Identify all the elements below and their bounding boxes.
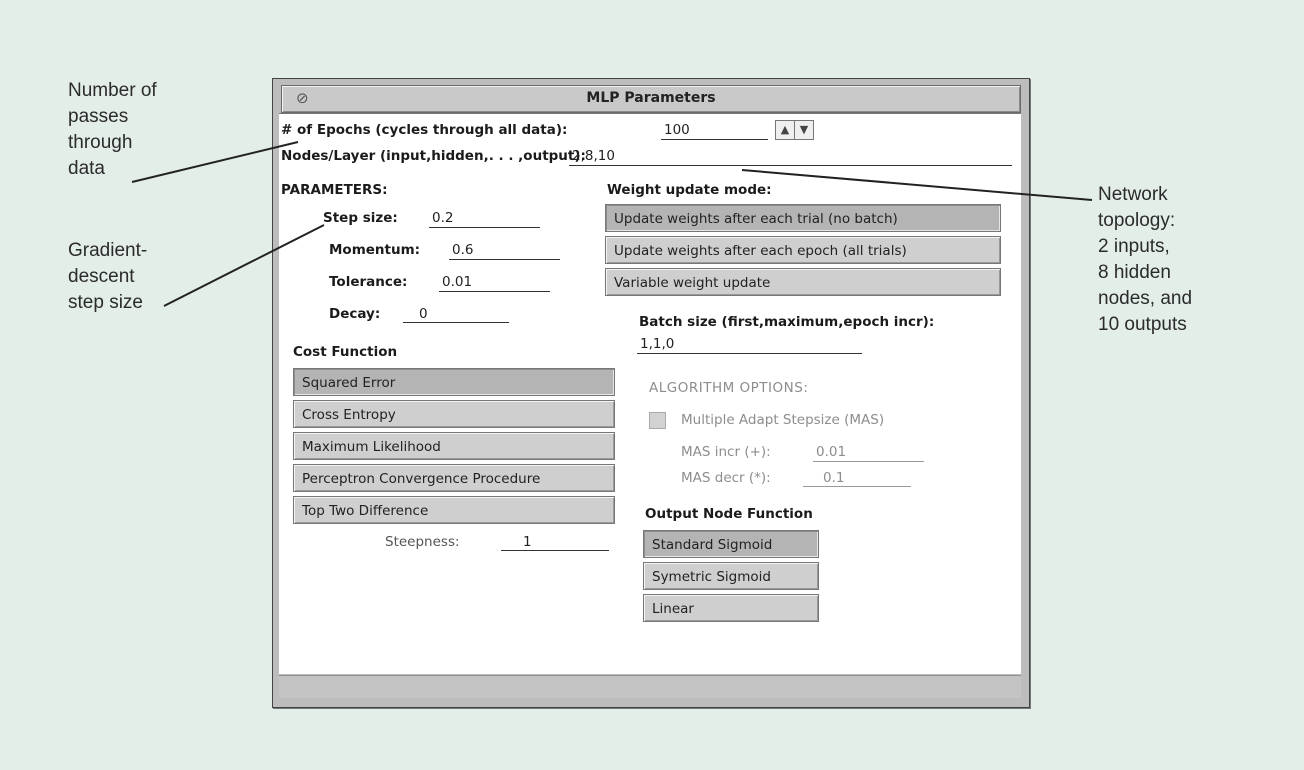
leader-line-topology bbox=[741, 169, 1093, 201]
leader-line-epochs bbox=[131, 141, 299, 183]
annotation-leader-lines bbox=[131, 141, 1093, 307]
leader-line-step-size bbox=[163, 224, 325, 307]
